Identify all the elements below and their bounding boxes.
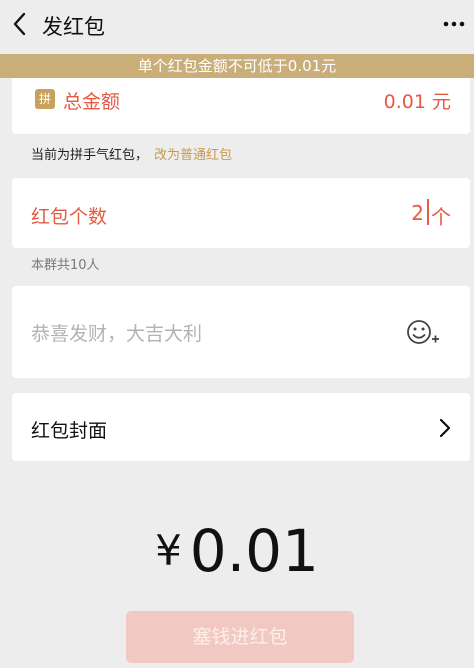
more-button[interactable]: [442, 12, 466, 36]
submit-button[interactable]: 塞钱进红包: [126, 611, 354, 663]
chevron-right-icon: [439, 418, 451, 438]
emoji-add-icon: [407, 320, 439, 344]
amount-input[interactable]: 0.01 元: [384, 87, 451, 114]
top-bar: 发红包: [0, 0, 474, 52]
back-button[interactable]: [8, 10, 32, 38]
currency-symbol: ¥: [155, 526, 182, 575]
count-card[interactable]: 红包个数 2 个: [12, 178, 470, 248]
lucky-badge: 拼: [35, 89, 55, 109]
packet-type-hint: 当前为拼手气红包， 改为普通红包: [31, 144, 232, 163]
greeting-input[interactable]: 恭喜发财，大吉大利: [31, 319, 202, 346]
chevron-left-icon: [13, 12, 26, 36]
cover-card[interactable]: 红包封面: [12, 393, 470, 461]
amount-label: 总金额: [63, 91, 121, 113]
total-amount: ¥0.01: [0, 517, 474, 585]
greeting-card[interactable]: 恭喜发财，大吉大利: [12, 286, 470, 378]
emoji-button[interactable]: [406, 318, 440, 348]
count-unit: 个: [431, 205, 451, 229]
cover-label: 红包封面: [31, 420, 108, 442]
group-size-text: 本群共10人: [31, 258, 100, 273]
warning-banner: 单个红包金额不可低于0.01元: [0, 54, 474, 78]
more-dots-icon: [443, 21, 465, 27]
total-value: 0.01: [189, 517, 319, 585]
packet-type-text: 当前为拼手气红包，: [31, 148, 149, 163]
text-cursor: [427, 199, 429, 225]
page-title: 发红包: [42, 15, 105, 39]
switch-normal-link[interactable]: 改为普通红包: [154, 148, 232, 163]
count-input[interactable]: 2: [411, 201, 424, 225]
count-label: 红包个数: [31, 206, 108, 228]
amount-card[interactable]: 拼 总金额 0.01 元: [12, 78, 470, 134]
